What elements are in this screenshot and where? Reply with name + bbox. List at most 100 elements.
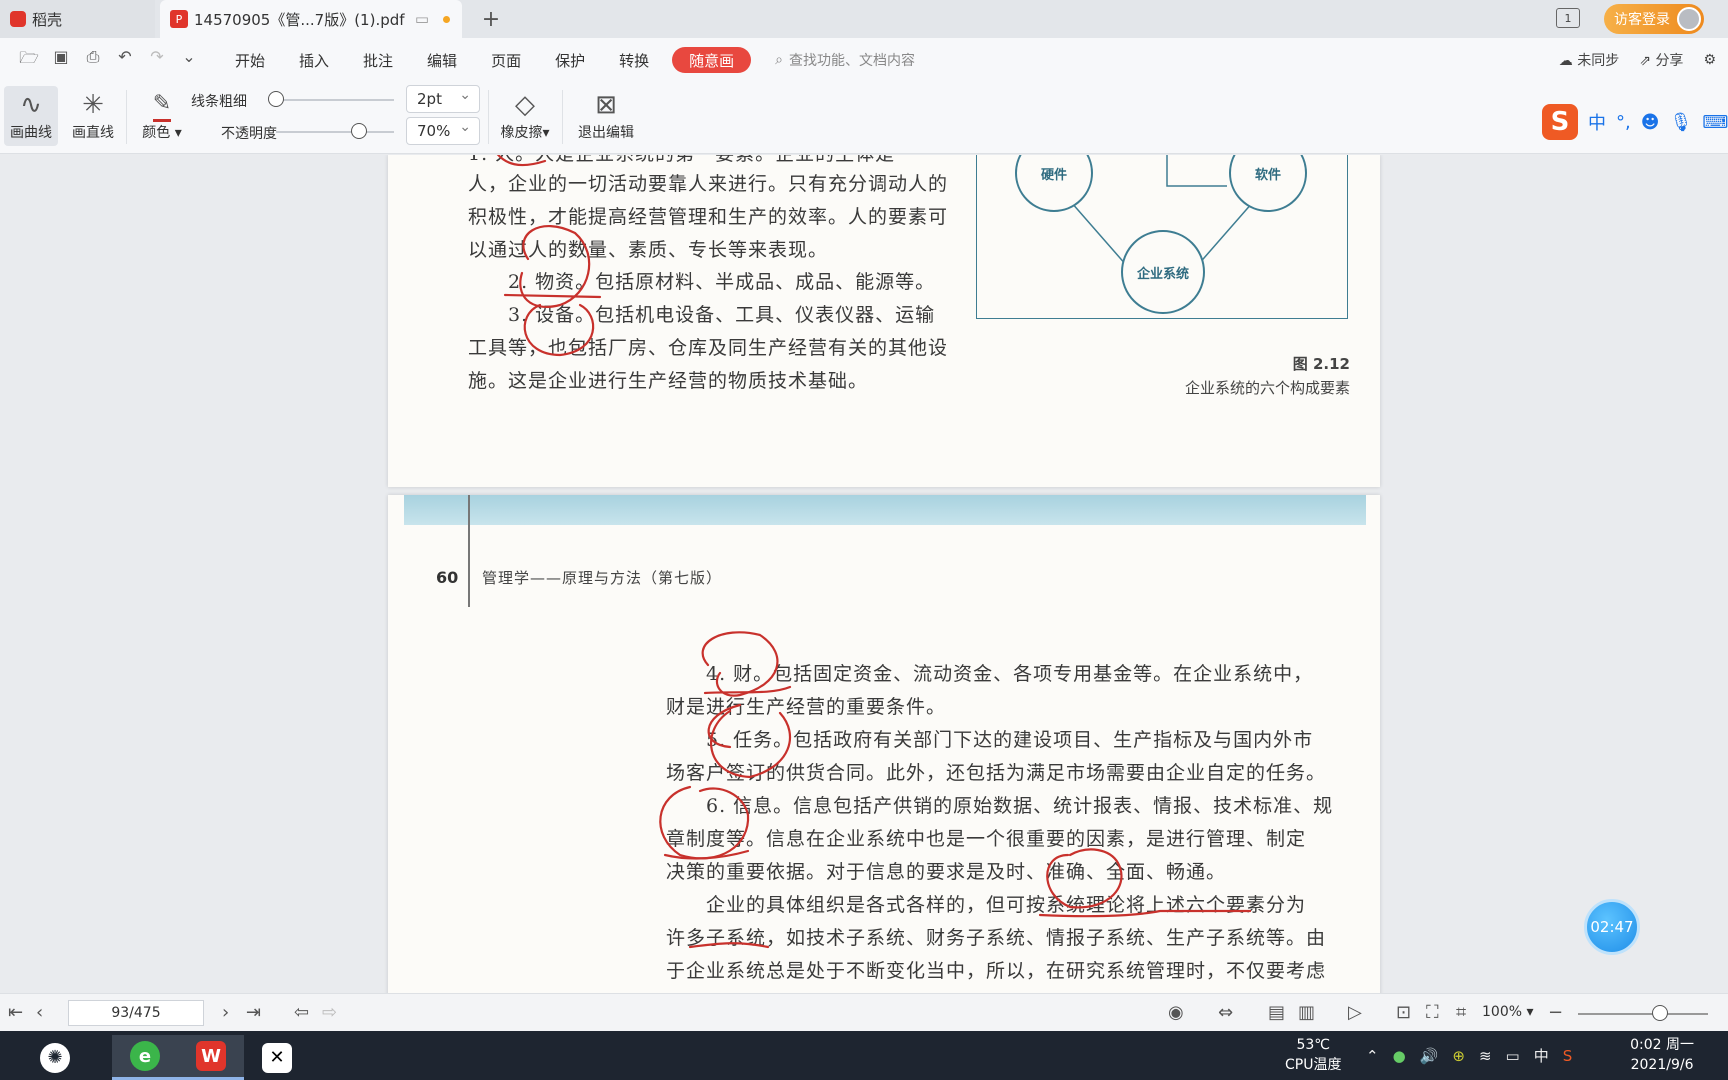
opacity-select[interactable]: 70%: [406, 117, 480, 145]
exit-edit-button[interactable]: ⊠ 退出编辑: [572, 86, 640, 146]
battery-icon[interactable]: ▭: [1506, 1047, 1520, 1065]
sogou-logo-icon[interactable]: S: [1542, 104, 1578, 140]
taskbar-ime-language[interactable]: 中: [1534, 1045, 1549, 1066]
two-page-icon[interactable]: ▥: [1298, 1002, 1315, 1023]
fit-page-icon[interactable]: ⛶: [1426, 1002, 1439, 1023]
system-clock[interactable]: 0:02 周一 2021/9/6: [1630, 1035, 1694, 1075]
tray-green-icon[interactable]: ●: [1393, 1047, 1406, 1065]
zoom-slider[interactable]: [1578, 1013, 1708, 1015]
search-placeholder: 查找功能、文档内容: [788, 53, 915, 69]
wifi-icon[interactable]: ≋: [1479, 1047, 1492, 1065]
ime-punctuation[interactable]: °,: [1616, 112, 1631, 133]
undo-icon[interactable]: ↶: [114, 47, 136, 74]
opacity-slider-knob[interactable]: [350, 123, 367, 139]
fit-width-icon[interactable]: ⇔: [1218, 1002, 1233, 1023]
thickness-select[interactable]: 2pt: [406, 85, 480, 113]
menu-freehand-draw[interactable]: 随意画: [672, 47, 752, 73]
feature-search[interactable]: ⌕ 查找功能、文档内容: [775, 50, 915, 70]
tray-expand-icon[interactable]: ⌃: [1366, 1047, 1379, 1065]
menu-protect[interactable]: 保护: [538, 47, 602, 73]
crop-icon[interactable]: ⌗: [1456, 1002, 1466, 1023]
draw-line-tool[interactable]: ✳ 画直线: [66, 86, 120, 146]
recording-timer[interactable]: 02:47: [1584, 899, 1640, 955]
redo-icon[interactable]: ↷: [146, 47, 168, 74]
new-tab-button[interactable]: +: [478, 6, 504, 32]
sync-button[interactable]: ☁ 未同步: [1559, 50, 1619, 70]
cpu-temp-label: CPU温度: [1285, 1057, 1342, 1073]
eraser-icon: ◇: [515, 90, 535, 120]
zoom-level[interactable]: 100% ▾: [1482, 1004, 1534, 1020]
menu-edit[interactable]: 编辑: [410, 47, 474, 73]
guest-login-button[interactable]: 访客登录: [1604, 4, 1704, 34]
color-picker[interactable]: ✎ 颜色 ▾: [134, 86, 190, 146]
paragraph-line: 以通过人的数量、素质、专长等来表现。: [468, 239, 829, 261]
settings-gear-icon[interactable]: ⚙: [1703, 52, 1716, 68]
ime-language[interactable]: 中: [1588, 109, 1606, 135]
pen-color-icon: ✎: [152, 90, 172, 122]
menu-insert[interactable]: 插入: [282, 47, 346, 73]
tray-plus-icon[interactable]: ⊕: [1452, 1047, 1465, 1065]
enterprise-system-label: 企业系统: [1136, 266, 1189, 282]
paragraph-line: 工具等，也包括厂房、仓库及同生产经营有关的其他设: [468, 337, 949, 359]
thickness-label: 线条粗细: [191, 94, 247, 110]
save-icon[interactable]: ▣: [50, 47, 72, 74]
paragraph-line: 6. 信息。信息包括产供销的原始数据、统计报表、情报、技术标准、规: [706, 795, 1334, 817]
tab-home[interactable]: 稻壳: [0, 0, 155, 38]
zoom-slider-knob[interactable]: [1652, 1005, 1668, 1021]
wps-icon: W: [196, 1041, 226, 1071]
share-button[interactable]: ⇗ 分享: [1639, 50, 1683, 70]
tab-document[interactable]: P 14570905《管...7版》(1).pdf ▭: [160, 0, 462, 38]
tab-document-label: 14570905《管...7版》(1).pdf: [194, 10, 405, 29]
pdf-file-icon: P: [170, 10, 188, 28]
window-count-indicator[interactable]: 1: [1556, 8, 1580, 28]
open-folder-icon[interactable]: 🗁: [18, 47, 40, 74]
page-number: 60: [436, 568, 459, 587]
zoom-out-icon[interactable]: −: [1548, 1002, 1563, 1023]
menu-page[interactable]: 页面: [474, 47, 538, 73]
paragraph-line: 企业的具体组织是各式各样的，但可按系统理论将上述六个要素分为: [706, 894, 1307, 916]
thickness-slider[interactable]: [276, 99, 394, 101]
page-number-input[interactable]: 93/475: [68, 1000, 204, 1026]
sogou-tray-icon[interactable]: S: [1563, 1047, 1573, 1065]
back-icon[interactable]: ⇦: [294, 1002, 309, 1023]
paragraph-line: 人，企业的一切活动要靠人来进行。只有充分调动人的: [468, 173, 949, 195]
taskbar-wps[interactable]: W: [178, 1035, 244, 1080]
taskbar-capcut[interactable]: ✕: [244, 1035, 310, 1080]
microphone-icon[interactable]: 🎙: [1670, 112, 1693, 133]
opacity-label: 不透明度: [221, 126, 277, 142]
next-page-icon[interactable]: ›: [222, 1002, 229, 1023]
emoji-icon[interactable]: ☻: [1641, 112, 1660, 133]
tab-bar: 稻壳 P 14570905《管...7版》(1).pdf ▭ + 1 访客登录: [0, 0, 1728, 38]
customize-chevron-icon[interactable]: ⌄: [178, 47, 200, 74]
play-icon[interactable]: ▷: [1348, 1002, 1362, 1023]
first-page-icon[interactable]: ⇤: [8, 1002, 23, 1023]
thickness-slider-knob[interactable]: [268, 91, 284, 107]
paragraph-line: 施。这是企业进行生产经营的物质技术基础。: [468, 370, 869, 392]
draw-curve-tool[interactable]: ∿ 画曲线: [4, 86, 58, 146]
prev-page-icon[interactable]: ‹: [36, 1002, 43, 1023]
menu-start[interactable]: 开始: [218, 47, 282, 73]
print-icon[interactable]: ⎙: [82, 47, 104, 74]
opacity-slider[interactable]: [276, 131, 394, 133]
color-label: 颜色 ▾: [142, 125, 182, 141]
eye-protection-icon[interactable]: ◉: [1168, 1002, 1184, 1023]
keyboard-icon[interactable]: ⌨: [1702, 112, 1728, 133]
menu-bar: 🗁 ▣ ⎙ ↶ ↷ ⌄ 开始 插入 批注 编辑 页面 保护 转换 随意画 ⌕ 查…: [0, 38, 1728, 82]
taskbar-start[interactable]: ✺: [22, 1035, 88, 1080]
tab-home-label: 稻壳: [32, 10, 63, 29]
volume-icon[interactable]: 🔊: [1420, 1047, 1439, 1065]
single-page-icon[interactable]: ▤: [1268, 1002, 1285, 1023]
menu-convert[interactable]: 转换: [602, 47, 666, 73]
taskbar-browser[interactable]: e: [112, 1035, 178, 1080]
document-viewport[interactable]: 1. 人。人是企业系统的第一要素。企业的主体是 人，企业的一切活动要靠人来进行。…: [0, 155, 1728, 993]
toolbar-divider: [488, 90, 489, 144]
figure-number: 图 2.12: [1292, 355, 1350, 373]
menu-annotate[interactable]: 批注: [346, 47, 410, 73]
main-menu: 开始 插入 批注 编辑 页面 保护 转换 随意画: [218, 47, 752, 73]
last-page-icon[interactable]: ⇥: [246, 1002, 261, 1023]
monitor-icon[interactable]: ▭: [415, 10, 429, 28]
header-rule: [468, 495, 470, 607]
forward-icon[interactable]: ⇨: [322, 1002, 337, 1023]
actual-size-icon[interactable]: ⊡: [1396, 1002, 1411, 1023]
eraser-tool[interactable]: ◇ 橡皮擦▾: [494, 86, 556, 146]
